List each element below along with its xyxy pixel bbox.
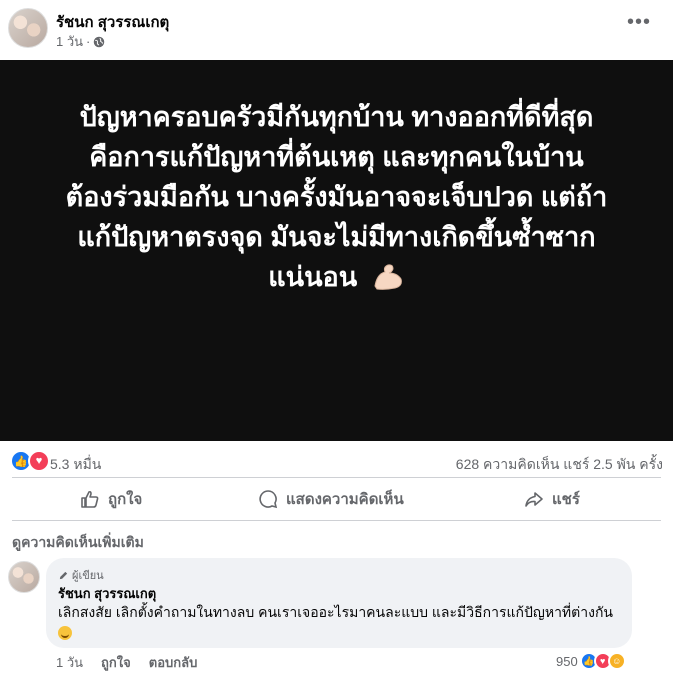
like-button[interactable]: ถูกใจ	[80, 482, 142, 516]
comment-reactions[interactable]: 950 👍 ♥ ☺	[556, 652, 626, 670]
flexed-biceps-icon	[374, 264, 402, 290]
view-more-comments-link[interactable]: ดูความคิดเห็นเพิ่มเติม	[12, 532, 144, 554]
comment-text: เลิกสงสัย เลิกตั้งคำถามในทางลบ คนเราเจออ…	[58, 602, 623, 642]
comment-author[interactable]: รัชนก สุวรรณเกตุ	[58, 583, 156, 604]
post-image-text: ปัญหาครอบครัวมีกันทุกบ้าน ทางออกที่ดีที่…	[0, 97, 673, 297]
author-avatar[interactable]	[8, 8, 48, 48]
comment-bubble: ผู้เขียน รัชนก สุวรรณเกตุ เลิกสงสัย เลิก…	[46, 558, 632, 648]
thumbs-up-icon	[81, 490, 99, 508]
share-icon	[525, 492, 543, 507]
image-text-line: แน่นอน	[268, 262, 358, 292]
image-text-line: คือการแก้ปัญหาที่ต้นเหตุ และทุกคนในบ้าน	[89, 142, 584, 172]
reaction-count[interactable]: 5.3 หมื่น	[50, 454, 101, 476]
commenter-avatar[interactable]	[8, 561, 40, 593]
comment-time[interactable]: 1 วัน	[56, 652, 83, 673]
divider	[12, 520, 661, 521]
comment-meta: 1 วัน ถูกใจ ตอบกลับ	[56, 652, 197, 673]
share-button-label: แชร์	[552, 491, 580, 508]
like-button-label: ถูกใจ	[108, 491, 143, 508]
image-text-line: แก้ปัญหาตรงจุด มันจะไม่มีทางเกิดขึ้นซ้ำซ…	[77, 222, 596, 252]
post-actions: ถูกใจ แสดงความคิดเห็น แชร์	[0, 482, 673, 516]
divider	[12, 477, 661, 478]
post-time[interactable]: 1 วัน	[56, 31, 83, 52]
image-text-line: ปัญหาครอบครัวมีกันทุกบ้าน ทางออกที่ดีที่…	[79, 102, 594, 132]
comment-share-stats[interactable]: 628 ความคิดเห็น แชร์ 2.5 พัน ครั้ง	[456, 454, 663, 476]
comment-button[interactable]: แสดงความคิดเห็น	[258, 482, 404, 516]
author-badge-label: ผู้เขียน	[72, 570, 104, 582]
author-badge: ผู้เขียน	[58, 566, 104, 584]
love-reaction-icon: ♥	[28, 450, 50, 472]
more-options-button[interactable]: •••	[627, 12, 651, 32]
comment-like-button[interactable]: ถูกใจ	[101, 652, 131, 673]
post-stats: 👍 ♥ 5.3 หมื่น 628 ความคิดเห็น แชร์ 2.5 พ…	[0, 446, 673, 474]
care-reaction-icon: ☺	[607, 652, 626, 670]
smiling-face-icon	[58, 626, 72, 641]
globe-icon	[94, 36, 105, 47]
comment-icon	[259, 490, 278, 509]
post-meta: 1 วัน ·	[56, 31, 105, 52]
image-text-line: ต้องร่วมมือกัน บางครั้งมันอาจจะเจ็บปวด แ…	[65, 182, 608, 212]
comment-reaction-count: 950	[556, 653, 578, 669]
reaction-icons[interactable]: 👍 ♥	[10, 450, 50, 472]
post-header: รัชนก สุวรรณเกตุ 1 วัน · •••	[0, 0, 673, 60]
comment-button-label: แสดงความคิดเห็น	[286, 491, 404, 508]
comment-reply-button[interactable]: ตอบกลับ	[149, 652, 198, 673]
share-button[interactable]: แชร์	[524, 482, 580, 516]
pencil-icon	[59, 571, 68, 579]
